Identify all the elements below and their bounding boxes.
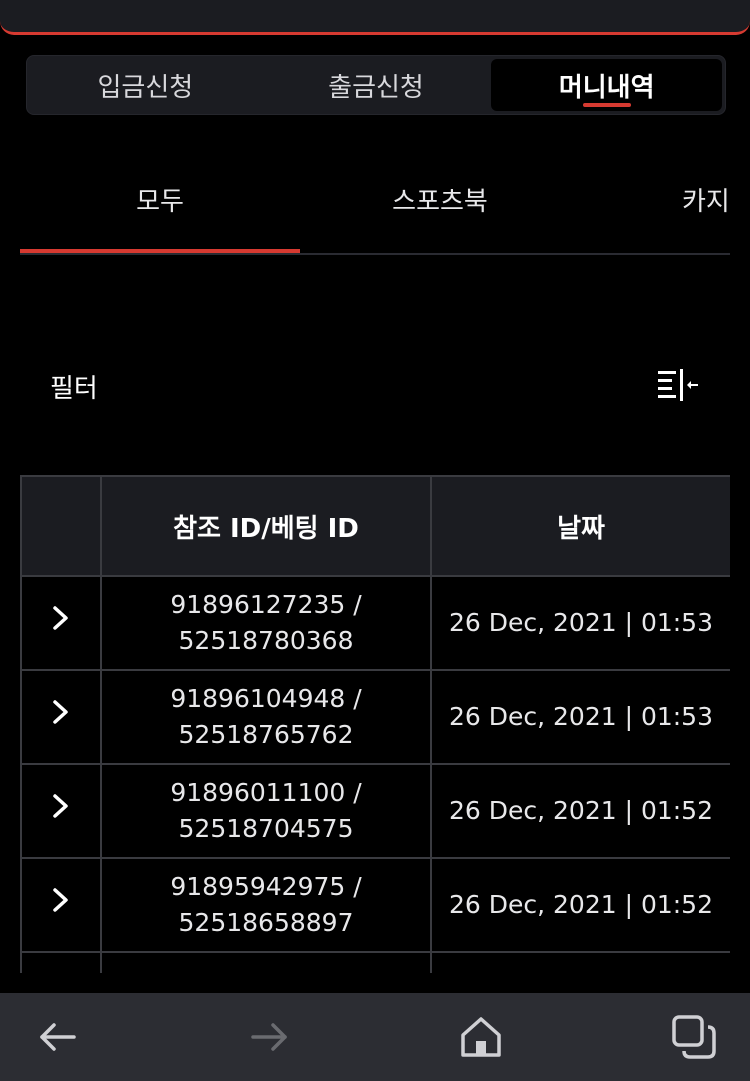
tab-all-label: 모두	[136, 187, 184, 217]
active-category-indicator	[20, 249, 300, 253]
filter-row: 필터	[50, 360, 700, 410]
expand-cell[interactable]	[20, 857, 102, 953]
filter-collapse-icon[interactable]	[658, 365, 700, 405]
back-arrow-icon[interactable]	[34, 1013, 82, 1061]
tab-casino[interactable]: 카지	[682, 165, 730, 253]
reference-id: 91895942975 /	[170, 872, 362, 901]
reference-id: 91896104948 /	[170, 684, 362, 713]
tab-deposit-request[interactable]: 입금신청	[30, 59, 261, 111]
reference-id-cell: 91896011100 / 52518704575	[100, 763, 432, 859]
reference-id-cell: 91895942975 / 52518658897	[100, 857, 432, 953]
table-header-row: 참조 ID/베팅 ID 날짜	[20, 475, 730, 577]
date-cell: 26 Dec, 2021 | 01:52	[430, 857, 730, 953]
tab-withdraw-request-label: 출금신청	[328, 72, 424, 103]
tab-withdraw-request[interactable]: 출금신청	[261, 59, 492, 111]
money-history-screen: 입금신청 출금신청 머니내역 모두 스포츠북 카지 필터 참조 ID/베팅 ID…	[0, 0, 750, 1081]
column-header-date: 날짜	[430, 475, 730, 577]
expand-cell[interactable]	[20, 763, 102, 859]
table-row[interactable]: 91896011100 / 52518704575 26 Dec, 2021 | …	[20, 763, 730, 859]
tabs-overview-icon[interactable]	[670, 1013, 718, 1061]
category-tab-bar: 모두 스포츠북 카지	[20, 165, 730, 255]
tab-casino-label: 카지	[682, 187, 730, 217]
chevron-right-icon[interactable]	[50, 886, 72, 914]
reference-id: 91896011100 /	[170, 778, 362, 807]
expand-cell[interactable]	[20, 575, 102, 671]
table-row[interactable]: 91896104948 / 52518765762 26 Dec, 2021 | …	[20, 669, 730, 765]
transaction-table-container[interactable]: 참조 ID/베팅 ID 날짜 91896127235 / 52518780368 …	[20, 475, 730, 973]
tab-money-history[interactable]: 머니내역	[491, 59, 723, 111]
date-cell: 26 Dec, 2021 | 01:53	[430, 669, 730, 765]
bet-id: 52518658897	[178, 908, 354, 937]
chevron-right-icon[interactable]	[50, 698, 72, 726]
transaction-table: 참조 ID/베팅 ID 날짜 91896127235 / 52518780368 …	[20, 475, 730, 973]
browser-bottom-nav	[0, 993, 750, 1081]
filter-label: 필터	[50, 374, 98, 404]
tab-all[interactable]: 모두	[20, 165, 300, 253]
date-cell: 26 Dec, 2021 | 01:53	[430, 575, 730, 671]
expand-cell[interactable]	[20, 951, 102, 973]
table-row[interactable]: 91895942975 / 52518658897 26 Dec, 2021 | …	[20, 857, 730, 953]
tab-money-history-label: 머니내역	[558, 72, 655, 103]
reference-id-cell: 91896104948 / 52518765762	[100, 669, 432, 765]
table-row[interactable]: 91895880589 /	[20, 951, 730, 973]
bet-id: 52518780368	[178, 626, 354, 655]
tab-sportsbook-label: 스포츠북	[392, 187, 488, 217]
active-tab-underline	[582, 103, 631, 107]
column-header-reference-id: 참조 ID/베팅 ID	[100, 475, 432, 577]
chevron-right-icon[interactable]	[50, 604, 72, 632]
table-row[interactable]: 91896127235 / 52518780368 26 Dec, 2021 | …	[20, 575, 730, 671]
main-tab-bar: 입금신청 출금신청 머니내역	[26, 55, 726, 115]
column-header-expand	[20, 475, 102, 577]
chevron-right-icon[interactable]	[50, 792, 72, 820]
forward-arrow-icon[interactable]	[245, 1013, 293, 1061]
expand-cell[interactable]	[20, 669, 102, 765]
date-cell: 26 Dec, 2021 | 01:52	[430, 763, 730, 859]
home-icon[interactable]	[457, 1013, 505, 1061]
bet-id: 52518765762	[178, 720, 354, 749]
date-cell	[430, 951, 730, 973]
reference-id: 91896127235 /	[170, 590, 362, 619]
reference-id-cell: 91896127235 / 52518780368	[100, 575, 432, 671]
tab-deposit-request-label: 입금신청	[97, 72, 194, 103]
tab-sportsbook[interactable]: 스포츠북	[300, 165, 580, 253]
bet-id: 52518704575	[178, 814, 354, 843]
top-header-bar	[0, 0, 750, 35]
reference-id-cell: 91895880589 /	[100, 951, 432, 973]
